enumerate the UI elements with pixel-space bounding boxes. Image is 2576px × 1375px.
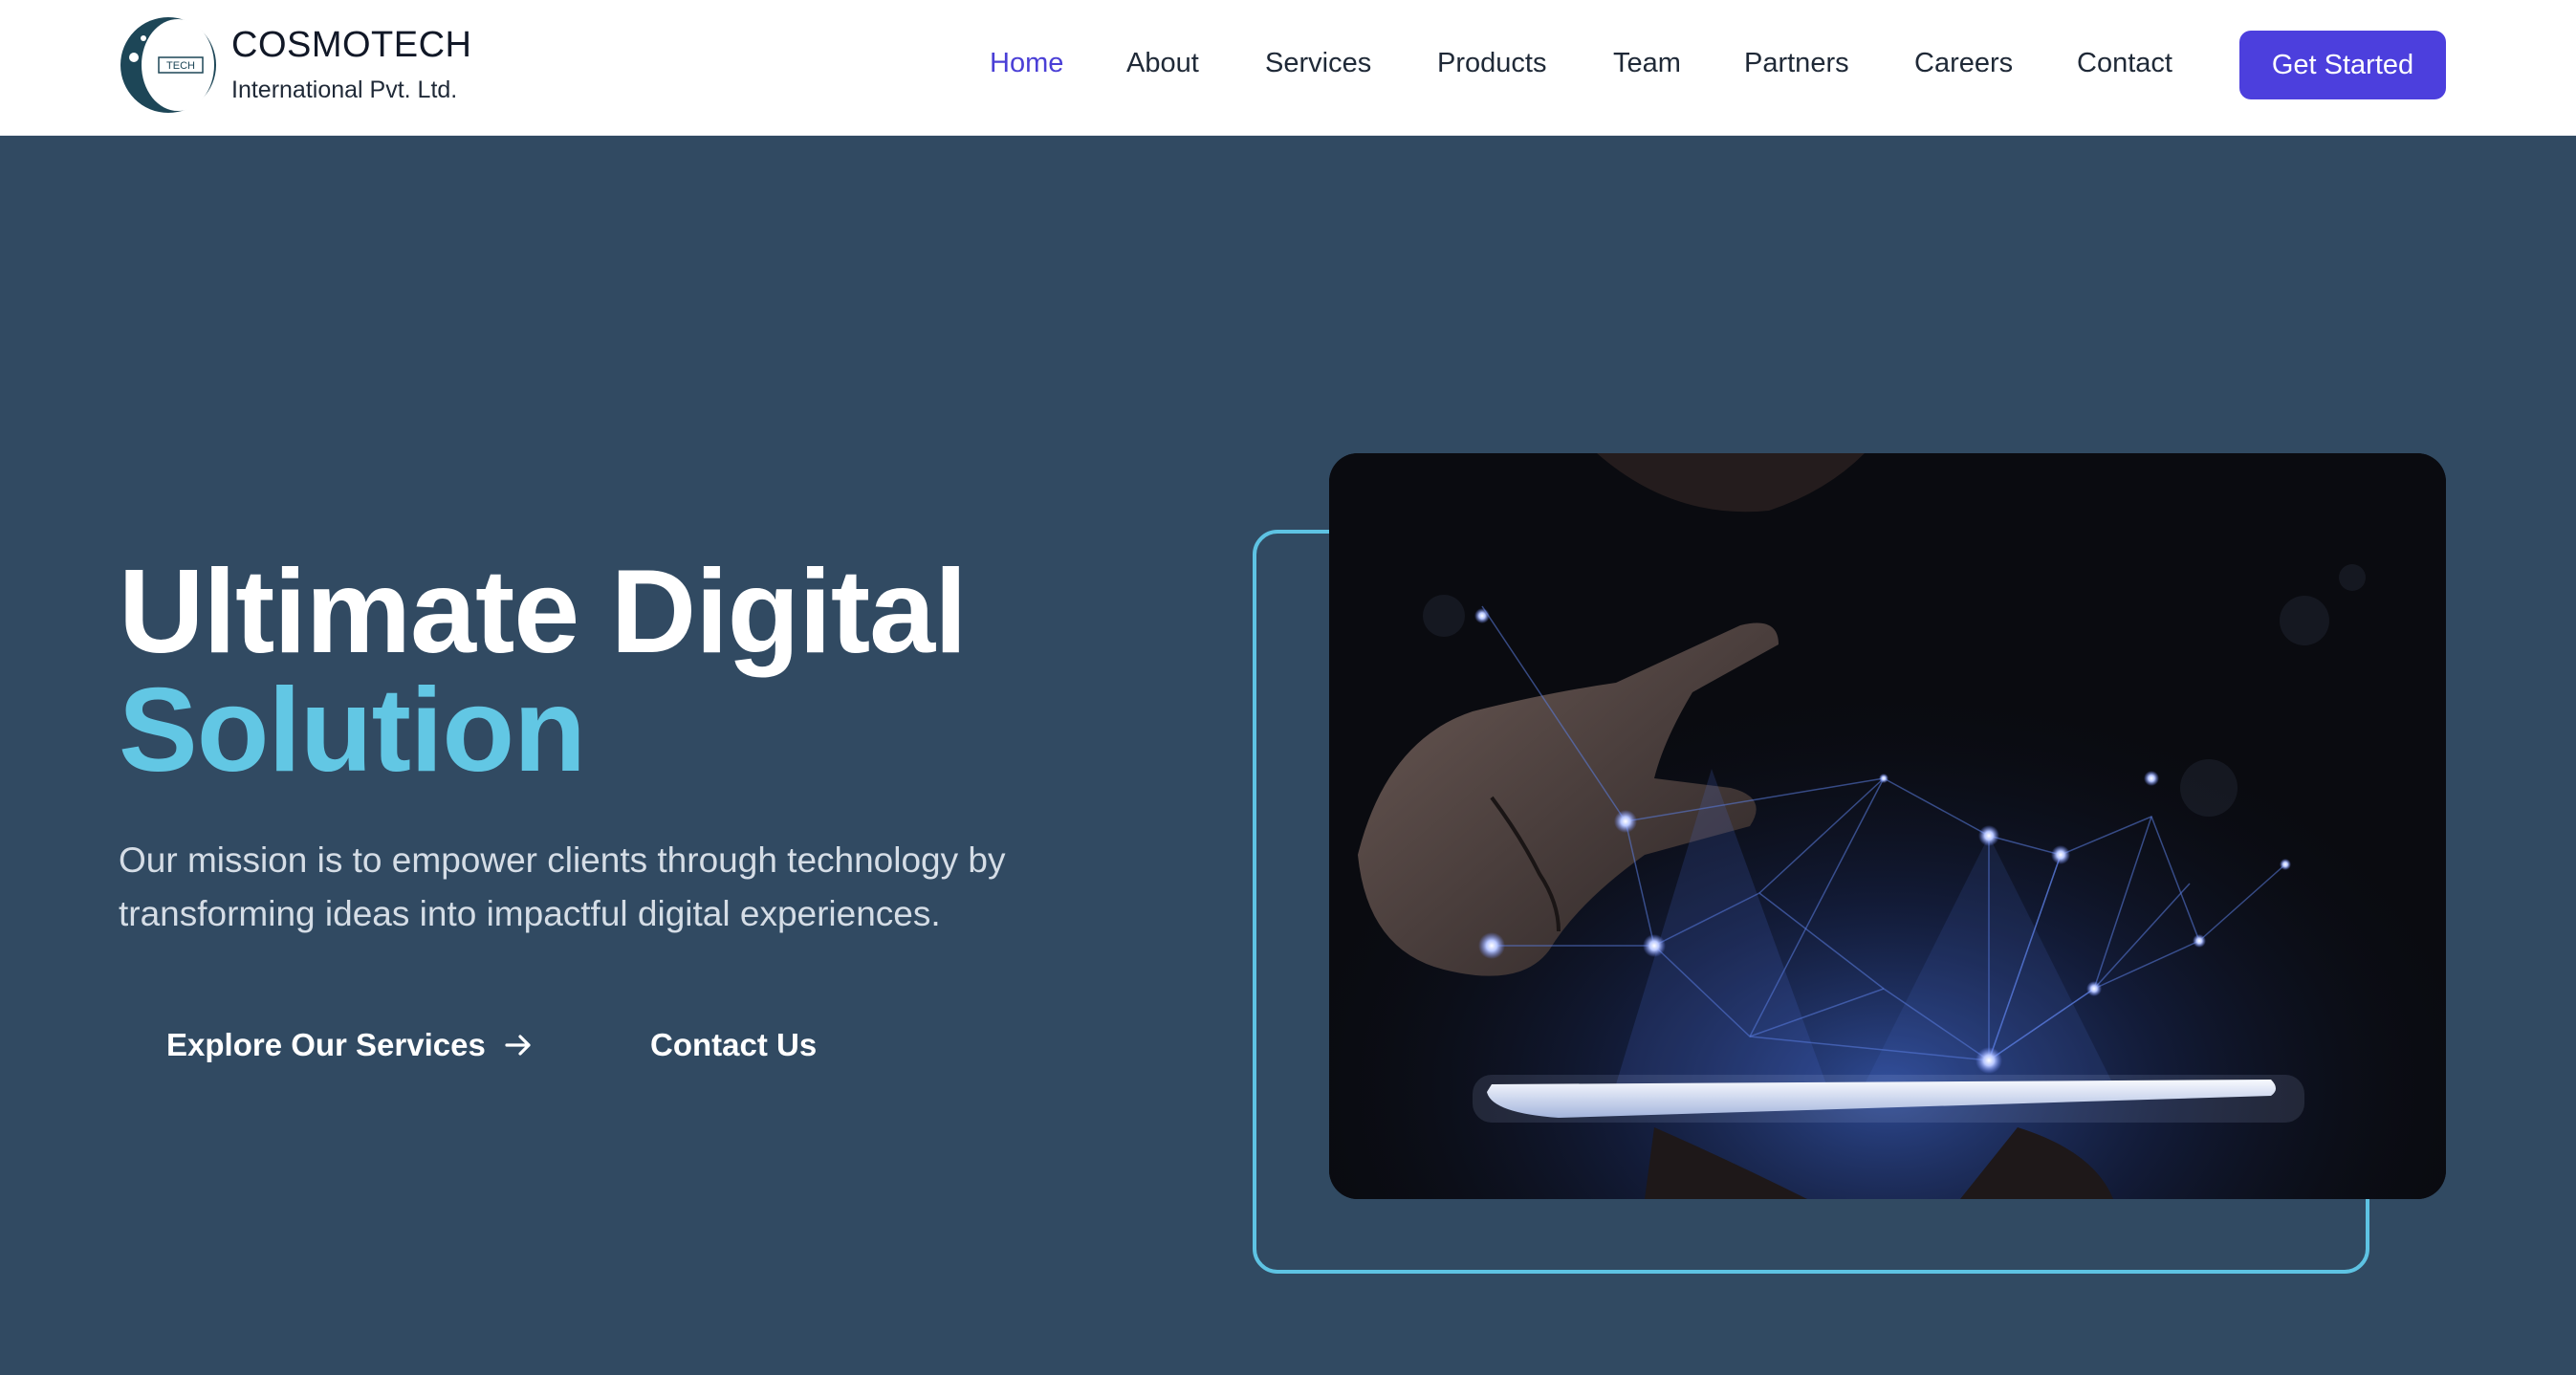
nav-team[interactable]: Team [1613, 48, 1681, 79]
hero-title: Ultimate Digital [119, 546, 968, 678]
nav-products[interactable]: Products [1437, 48, 1546, 79]
nav-services[interactable]: Services [1265, 48, 1371, 79]
nav-contact[interactable]: Contact [2077, 48, 2172, 79]
contact-us-button[interactable]: Contact Us [650, 1027, 817, 1063]
nav-about[interactable]: About [1126, 48, 1199, 79]
site-header: TECH COSMOTECH International Pvt. Ltd. H… [0, 0, 2576, 136]
hero-image [1329, 453, 2446, 1199]
hero-title-highlight: Solution [119, 665, 586, 797]
main-nav: Home About Services Products Team Partne… [0, 48, 2576, 86]
nav-careers[interactable]: Careers [1914, 48, 2013, 79]
arrow-right-icon [505, 1035, 531, 1056]
explore-services-button[interactable]: Explore Our Services [166, 1027, 534, 1063]
nav-home[interactable]: Home [990, 48, 1063, 79]
get-started-button[interactable]: Get Started [2239, 31, 2446, 99]
nav-partners[interactable]: Partners [1744, 48, 1849, 79]
explore-services-label: Explore Our Services [166, 1027, 486, 1062]
hero-description: Our mission is to empower clients throug… [119, 840, 1006, 933]
